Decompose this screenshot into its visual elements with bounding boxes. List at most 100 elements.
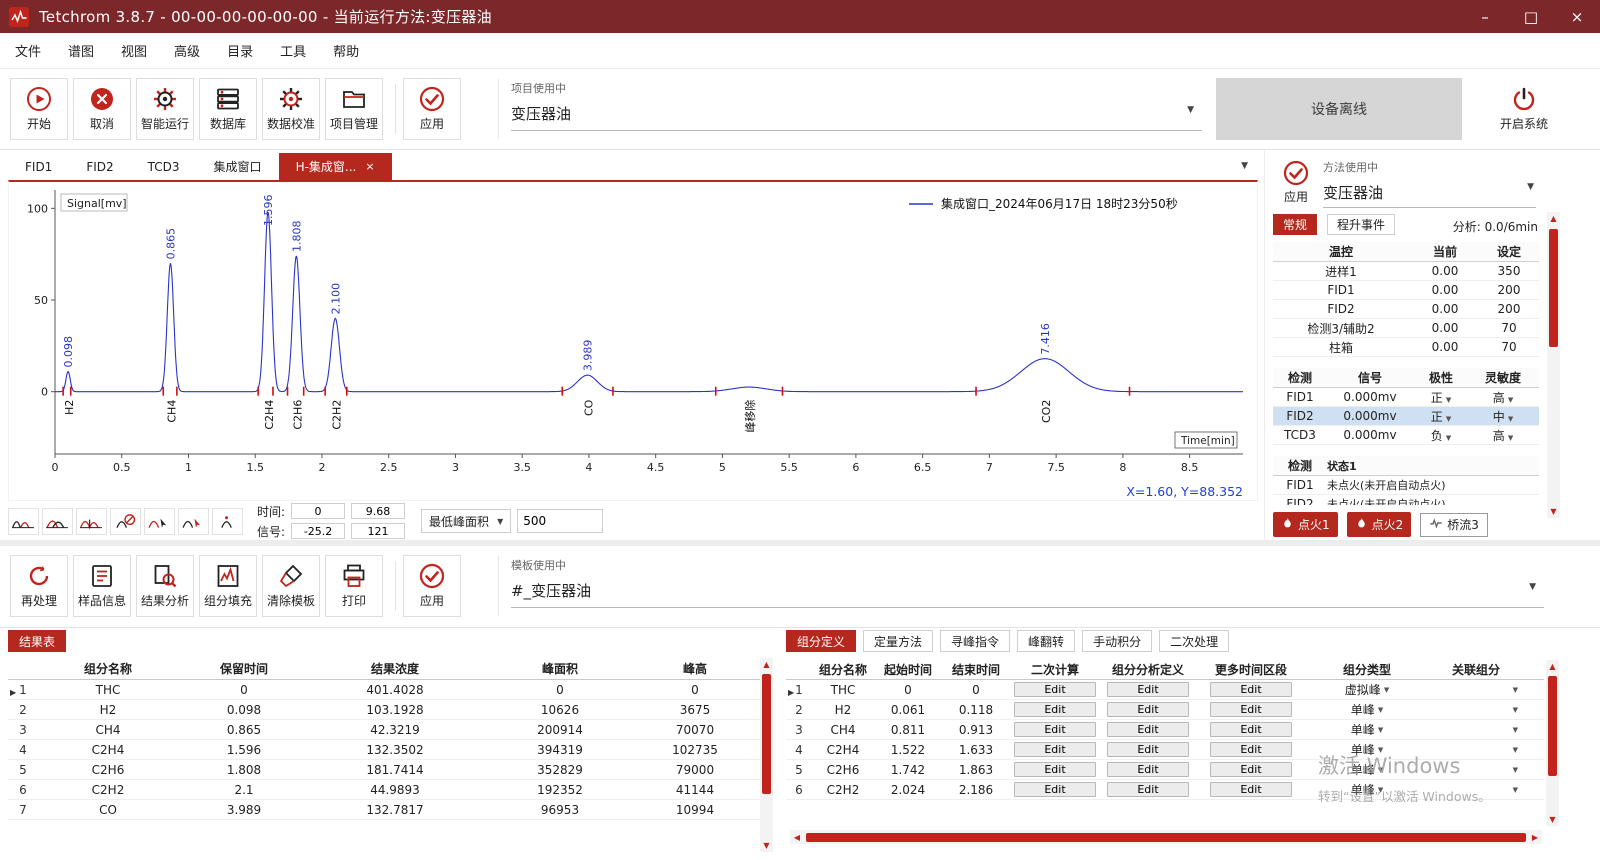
edit-secondary-calc-button[interactable]: Edit [1014, 702, 1096, 717]
tab-quantitation-method[interactable]: 定量方法 [863, 630, 933, 652]
peak-reject-tool[interactable] [110, 508, 141, 535]
chevron-down-icon[interactable]: ▼ [1446, 415, 1451, 423]
component-table-row[interactable]: ▶1THC00EditEditEdit虚拟峰▼▼ [786, 680, 1544, 700]
edit-secondary-calc-button[interactable]: Edit [1014, 742, 1096, 757]
scroll-down-icon[interactable]: ▼ [760, 839, 773, 852]
edit-analysis-definition-button[interactable]: Edit [1107, 762, 1189, 777]
peak-overlap-tool[interactable] [42, 508, 73, 535]
scroll-left-icon[interactable]: ◀ [790, 833, 804, 842]
edit-more-time-ranges-button[interactable]: Edit [1210, 722, 1292, 737]
detector-row[interactable]: FID10.000mv正▼高▼ [1273, 388, 1539, 407]
horizontal-scrollbar[interactable]: ◀ ▶ [790, 830, 1542, 844]
time-from-input[interactable] [291, 503, 345, 519]
results-table-tab[interactable]: 结果表 [8, 630, 66, 652]
scroll-thumb[interactable] [806, 833, 1526, 842]
tab-secondary-processing[interactable]: 二次处理 [1159, 630, 1229, 652]
results-scrollbar[interactable]: ▲ ▼ [760, 658, 773, 852]
component-table-row[interactable]: 2H20.0610.118EditEditEdit单峰▼▼ [786, 700, 1544, 720]
chevron-down-icon[interactable]: ▼ [1378, 726, 1383, 734]
temperature-row[interactable]: 柱箱0.0070 [1273, 338, 1539, 357]
scroll-right-icon[interactable]: ▶ [1528, 833, 1542, 842]
device-offline-button[interactable]: 设备离线 [1216, 78, 1462, 140]
results-table-row[interactable]: 3CH40.86542.321920091470070 [8, 720, 760, 740]
peak-valley-tool[interactable] [76, 508, 107, 535]
signal-from-input[interactable] [291, 523, 345, 539]
component-table-row[interactable]: 3CH40.8110.913EditEditEdit单峰▼▼ [786, 720, 1544, 740]
close-tab-icon[interactable]: × [365, 160, 374, 173]
maximize-button[interactable]: □ [1508, 0, 1554, 33]
reprocess-button[interactable]: 再处理 [10, 555, 68, 617]
tab-temperature-program[interactable]: 程升事件 [1327, 214, 1395, 235]
project-management-button[interactable]: 项目管理 [325, 78, 383, 140]
tab-manual-integration[interactable]: 手动积分 [1082, 630, 1152, 652]
chevron-down-icon[interactable]: ▼ [1446, 396, 1451, 404]
edit-analysis-definition-button[interactable]: Edit [1107, 742, 1189, 757]
chevron-down-icon[interactable]: ▼ [1384, 686, 1389, 694]
chevron-down-icon[interactable]: ▼ [1529, 582, 1536, 592]
chevron-down-icon[interactable]: ▼ [1446, 434, 1451, 442]
cancel-button[interactable]: 取消 [73, 78, 131, 140]
chevron-down-icon[interactable]: ▼ [1508, 396, 1513, 404]
menu-item-spectrum[interactable]: 谱图 [68, 41, 94, 60]
right-panel-scrollbar[interactable]: ▲ ▼ [1547, 212, 1560, 518]
chevron-down-icon[interactable]: ▼ [1513, 726, 1518, 734]
edit-secondary-calc-button[interactable]: Edit [1014, 722, 1096, 737]
edit-analysis-definition-button[interactable]: Edit [1107, 722, 1189, 737]
print-button[interactable]: 打印 [325, 555, 383, 617]
edit-more-time-ranges-button[interactable]: Edit [1210, 702, 1292, 717]
detector-row[interactable]: TCD30.000mv负▼高▼ [1273, 426, 1539, 445]
results-table-row[interactable]: 5C2H61.808181.741435282979000 [8, 760, 760, 780]
menu-item-help[interactable]: 帮助 [333, 41, 359, 60]
tab-fid2[interactable]: FID2 [69, 153, 130, 180]
component-fill-button[interactable]: 组分填充 [199, 555, 257, 617]
project-selector[interactable]: 项目使用中 变压器油 ▼ [498, 79, 1208, 139]
results-table-row[interactable]: 4C2H41.596132.3502394319102735 [8, 740, 760, 760]
chevron-down-icon[interactable]: ▼ [1513, 786, 1518, 794]
scroll-down-icon[interactable]: ▼ [1547, 505, 1560, 518]
detector-status-row[interactable]: FID1未点火(未开启自动点火) [1273, 476, 1539, 495]
chevron-down-icon[interactable]: ▼ [1508, 434, 1513, 442]
scroll-up-icon[interactable]: ▲ [760, 658, 773, 671]
scroll-thumb[interactable] [1548, 676, 1557, 776]
edit-analysis-definition-button[interactable]: Edit [1107, 702, 1189, 717]
menu-item-advanced[interactable]: 高级 [174, 41, 200, 60]
chevron-down-icon[interactable]: ▼ [1513, 706, 1518, 714]
edit-secondary-calc-button[interactable]: Edit [1014, 682, 1096, 697]
tab-general[interactable]: 常规 [1273, 214, 1317, 235]
chromatogram-plot[interactable]: 00.511.522.533.544.555.566.577.588.50501… [8, 180, 1258, 501]
apply-project-button[interactable]: 应用 [403, 78, 461, 140]
apply-method-button[interactable]: 应用 [1273, 160, 1319, 205]
results-table-row[interactable]: ▶1THC0401.402800 [8, 680, 760, 700]
menu-item-view[interactable]: 视图 [121, 41, 147, 60]
scroll-down-icon[interactable]: ▼ [1546, 813, 1559, 826]
edit-analysis-definition-button[interactable]: Edit [1107, 782, 1189, 797]
peak-select-tool[interactable] [144, 508, 175, 535]
min-peak-area-input[interactable] [517, 509, 603, 533]
scroll-thumb[interactable] [762, 674, 771, 794]
edit-secondary-calc-button[interactable]: Edit [1014, 762, 1096, 777]
tab-component-definition[interactable]: 组分定义 [786, 630, 856, 652]
temperature-row[interactable]: 进样10.00350 [1273, 262, 1539, 281]
results-table-row[interactable]: 7CO3.989132.78179695310994 [8, 800, 760, 820]
ignite1-button[interactable]: 点火1 [1273, 512, 1338, 537]
chevron-down-icon[interactable]: ▼ [1513, 766, 1518, 774]
peak-single-tool[interactable] [212, 508, 243, 535]
bridge-current-button[interactable]: 桥流3 [1420, 513, 1488, 537]
scroll-thumb[interactable] [1549, 229, 1558, 347]
tab-integration-window[interactable]: 集成窗口 [197, 153, 279, 180]
chevron-down-icon[interactable]: ▼ [1513, 746, 1518, 754]
menu-item-tools[interactable]: 工具 [280, 41, 306, 60]
detector-row[interactable]: FID20.000mv正▼中▼ [1273, 407, 1539, 426]
menu-item-catalog[interactable]: 目录 [227, 41, 253, 60]
results-table-row[interactable]: 2H20.098103.1928106263675 [8, 700, 760, 720]
tab-tcd3[interactable]: TCD3 [131, 153, 197, 180]
edit-more-time-ranges-button[interactable]: Edit [1210, 742, 1292, 757]
menu-item-file[interactable]: 文件 [15, 41, 41, 60]
scroll-up-icon[interactable]: ▲ [1546, 660, 1559, 673]
method-selector[interactable]: 方法使用中 变压器油 ▼ [1323, 158, 1536, 210]
peak-pick-tool[interactable] [178, 508, 209, 535]
edit-more-time-ranges-button[interactable]: Edit [1210, 762, 1292, 777]
component-scrollbar[interactable]: ▲ ▼ [1546, 660, 1559, 826]
clear-template-button[interactable]: 清除模板 [262, 555, 320, 617]
database-button[interactable]: 数据库 [199, 78, 257, 140]
